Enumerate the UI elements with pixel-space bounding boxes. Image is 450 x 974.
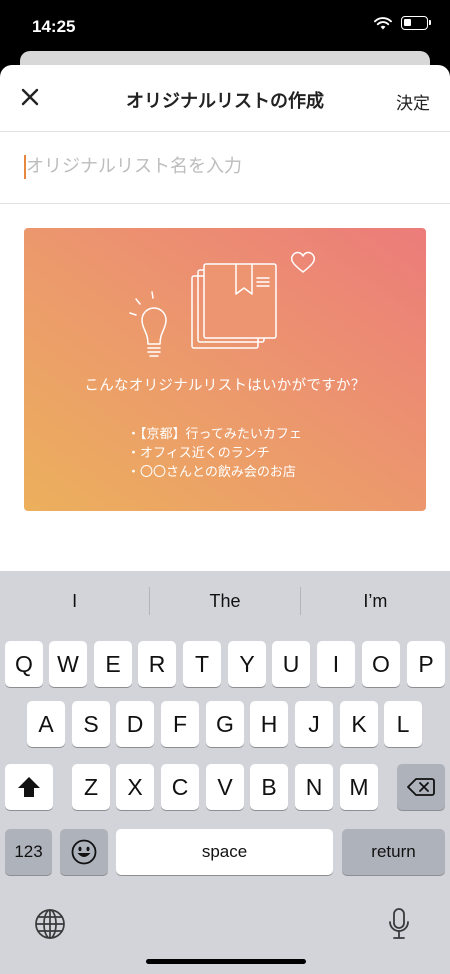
- key-q[interactable]: Q: [5, 641, 43, 687]
- key-g[interactable]: G: [206, 701, 244, 747]
- key-r[interactable]: R: [138, 641, 176, 687]
- key-t[interactable]: T: [183, 641, 221, 687]
- numbers-key[interactable]: 123: [5, 829, 52, 875]
- key-n[interactable]: N: [295, 764, 333, 810]
- status-bar: 14:25: [0, 0, 450, 56]
- delete-key[interactable]: [397, 764, 445, 810]
- globe-icon[interactable]: [34, 908, 66, 940]
- microphone-icon[interactable]: [388, 907, 410, 941]
- create-list-modal: オリジナルリストの作成 決定 オリジナルリスト名を入力 こんなオリジナルリストは…: [0, 65, 450, 571]
- battery-icon: [401, 16, 431, 30]
- list-illustration: [129, 251, 316, 357]
- example-item: ・【京都】行ってみたいカフェ: [127, 427, 302, 442]
- status-icons: [374, 16, 431, 30]
- return-key[interactable]: return: [342, 829, 445, 875]
- key-e[interactable]: E: [94, 641, 132, 687]
- keyboard: I The I’m Q W E R T Y U I O P A S D F G …: [0, 571, 450, 974]
- key-p[interactable]: P: [407, 641, 445, 687]
- home-indicator: [146, 959, 306, 964]
- modal-header: オリジナルリストの作成 決定: [0, 65, 450, 132]
- key-h[interactable]: H: [250, 701, 288, 747]
- suggestion-question: こんなオリジナルリストはいかがですか？: [84, 378, 366, 394]
- key-m[interactable]: M: [340, 764, 378, 810]
- confirm-button[interactable]: 決定: [396, 89, 430, 114]
- heart-icon: [290, 251, 316, 273]
- shift-icon: [18, 777, 40, 797]
- suggestion-1[interactable]: I: [0, 579, 149, 623]
- predictive-bar: I The I’m: [0, 579, 450, 623]
- wifi-icon: [374, 16, 392, 29]
- key-f[interactable]: F: [161, 701, 199, 747]
- key-c[interactable]: C: [161, 764, 199, 810]
- key-i[interactable]: I: [317, 641, 355, 687]
- backspace-icon: [407, 778, 435, 796]
- key-k[interactable]: K: [340, 701, 378, 747]
- suggestion-2[interactable]: The: [150, 579, 299, 623]
- space-key[interactable]: space: [116, 829, 333, 875]
- emoji-icon: [71, 839, 97, 865]
- book-stack-icon: [191, 263, 277, 349]
- emoji-key[interactable]: [60, 829, 108, 875]
- suggestion-card: こんなオリジナルリストはいかがですか？ ・【京都】行ってみたいカフェ ・オフィス…: [24, 228, 426, 511]
- key-j[interactable]: J: [295, 701, 333, 747]
- key-w[interactable]: W: [49, 641, 87, 687]
- suggestion-3[interactable]: I’m: [301, 579, 450, 623]
- shift-key[interactable]: [5, 764, 53, 810]
- page-title: オリジナルリストの作成: [126, 91, 324, 112]
- key-l[interactable]: L: [384, 701, 422, 747]
- example-item: ・オフィス近くのランチ: [127, 446, 270, 461]
- key-x[interactable]: X: [116, 764, 154, 810]
- example-item: ・〇〇さんとの飲み会のお店: [127, 465, 296, 480]
- key-b[interactable]: B: [250, 764, 288, 810]
- list-name-input[interactable]: [26, 156, 426, 177]
- key-z[interactable]: Z: [72, 764, 110, 810]
- key-s[interactable]: S: [72, 701, 110, 747]
- key-a[interactable]: A: [27, 701, 65, 747]
- key-y[interactable]: Y: [228, 641, 266, 687]
- example-list: ・【京都】行ってみたいカフェ ・オフィス近くのランチ ・〇〇さんとの飲み会のお店: [127, 425, 302, 482]
- key-d[interactable]: D: [116, 701, 154, 747]
- key-v[interactable]: V: [206, 764, 244, 810]
- key-o[interactable]: O: [362, 641, 400, 687]
- lightbulb-icon: [129, 291, 167, 357]
- key-u[interactable]: U: [272, 641, 310, 687]
- status-time: 14:25: [32, 17, 76, 36]
- list-name-field[interactable]: [0, 132, 450, 204]
